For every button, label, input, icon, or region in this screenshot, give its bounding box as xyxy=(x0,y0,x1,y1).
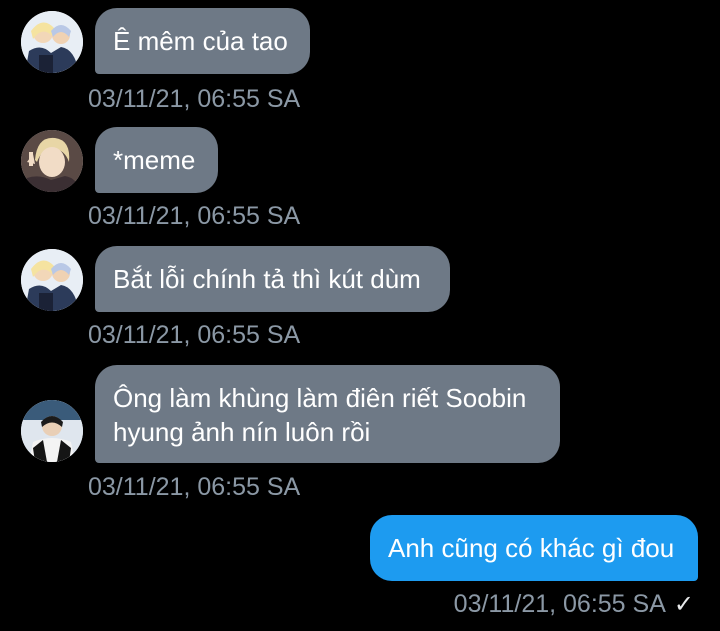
message-timestamp: 03/11/21, 06:55 SA xyxy=(88,321,301,349)
message-text: Ê mêm của tao xyxy=(113,26,288,56)
avatar-icon xyxy=(21,400,83,462)
message-bubble[interactable]: *meme xyxy=(95,127,218,193)
message-timestamp: 03/11/21, 06:55 SA xyxy=(88,202,301,230)
message-text: Bắt lỗi chính tả thì kút dùm xyxy=(113,264,421,294)
avatar[interactable] xyxy=(21,249,83,311)
message-timestamp-text: 03/11/21, 06:55 SA xyxy=(453,590,666,618)
avatar-icon xyxy=(21,11,83,73)
message-bubble[interactable]: Anh cũng có khác gì đou xyxy=(370,515,698,581)
message-bubble[interactable]: Bắt lỗi chính tả thì kút dùm xyxy=(95,246,450,312)
avatar[interactable] xyxy=(21,11,83,73)
message-text-line: Ông làm khùng làm điên riết Soobin xyxy=(113,383,527,413)
message-timestamp: 03/11/21, 06:55 SA xyxy=(88,473,301,501)
message-bubble[interactable]: Ê mêm của tao xyxy=(95,8,310,74)
message-text: *meme xyxy=(113,145,196,175)
message-timestamp: 03/11/21, 06:55 SA ✓ xyxy=(454,589,694,620)
avatar-icon xyxy=(21,249,83,311)
message-text: Anh cũng có khác gì đou xyxy=(388,533,675,563)
checkmark-icon: ✓ xyxy=(673,591,694,618)
avatar[interactable] xyxy=(21,130,83,192)
message-bubble[interactable]: Ông làm khùng làm điên riết Soobin hyung… xyxy=(95,365,560,463)
message-timestamp: 03/11/21, 06:55 SA xyxy=(88,85,301,113)
avatar-icon xyxy=(21,130,83,192)
avatar[interactable] xyxy=(21,400,83,462)
message-text-line: hyung ảnh nín luôn rồi xyxy=(113,417,371,447)
